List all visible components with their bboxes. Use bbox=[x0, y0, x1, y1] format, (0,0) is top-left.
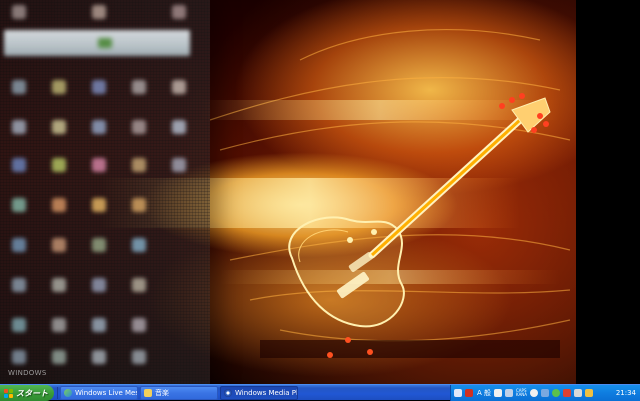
desktop-icon[interactable] bbox=[172, 80, 186, 94]
task-label: Windows Media Player bbox=[235, 389, 298, 397]
desktop-icon[interactable] bbox=[12, 198, 26, 212]
shield-icon[interactable] bbox=[465, 389, 473, 397]
folder-icon bbox=[144, 389, 152, 397]
media-player-icon bbox=[224, 389, 232, 397]
desktop-icon[interactable] bbox=[92, 120, 106, 134]
kana-label: KANA bbox=[516, 392, 528, 397]
messenger-icon bbox=[64, 389, 72, 397]
desktop-icon[interactable] bbox=[52, 80, 66, 94]
desktop-icon[interactable] bbox=[52, 350, 66, 364]
desktop-icon[interactable] bbox=[92, 80, 106, 94]
desktop-icon[interactable] bbox=[52, 278, 66, 292]
desktop-icon[interactable] bbox=[172, 120, 186, 134]
desktop-icon[interactable] bbox=[132, 350, 146, 364]
desktop-icon[interactable] bbox=[12, 318, 26, 332]
desktop-icon[interactable] bbox=[132, 318, 146, 332]
help-icon[interactable] bbox=[530, 389, 539, 397]
windows-logo-icon bbox=[4, 388, 13, 398]
desktop-icon[interactable] bbox=[92, 318, 106, 332]
system-tray: A 般 CAPS KANA 21:34 bbox=[450, 385, 640, 401]
desktop-icon[interactable] bbox=[52, 120, 66, 134]
messenger-tray-icon[interactable] bbox=[552, 389, 561, 397]
desktop-icon[interactable] bbox=[12, 238, 26, 252]
desktop-icon[interactable] bbox=[12, 120, 26, 134]
desktop-icon[interactable] bbox=[92, 350, 106, 364]
desktop-icon[interactable] bbox=[132, 278, 146, 292]
wallpaper-border bbox=[576, 0, 640, 384]
caps-kana-indicator: CAPS KANA bbox=[516, 389, 527, 397]
task-label: 音楽 bbox=[155, 389, 169, 397]
update-icon[interactable] bbox=[585, 389, 594, 397]
desktop-icon[interactable] bbox=[92, 198, 106, 212]
desktop-icon[interactable] bbox=[92, 238, 106, 252]
language-bar-icon[interactable] bbox=[454, 389, 462, 397]
desktop-icon[interactable] bbox=[92, 278, 106, 292]
desktop-icon[interactable] bbox=[12, 350, 26, 364]
volume-icon[interactable] bbox=[574, 389, 583, 397]
task-messenger[interactable]: Windows Live Messe... bbox=[60, 386, 138, 400]
ime-pad-icon[interactable] bbox=[494, 389, 503, 397]
start-label: スタート bbox=[16, 388, 48, 398]
task-media-player[interactable]: Windows Media Player bbox=[220, 386, 298, 400]
desktop-icon[interactable] bbox=[132, 198, 146, 212]
blurred-window bbox=[0, 0, 210, 384]
desktop-icon[interactable] bbox=[12, 80, 26, 94]
desktop-icon[interactable] bbox=[52, 318, 66, 332]
desktop-icon[interactable] bbox=[52, 238, 66, 252]
wallpaper-watermark: WINDOWS bbox=[8, 369, 47, 377]
desktop: WINDOWS bbox=[0, 0, 640, 384]
desktop-icon[interactable] bbox=[132, 158, 146, 172]
taskbar: スタート Windows Live Messe... 音楽 Windows Me… bbox=[0, 384, 640, 401]
desktop-icon[interactable] bbox=[92, 158, 106, 172]
security-icon[interactable] bbox=[563, 389, 572, 397]
network-icon[interactable] bbox=[541, 389, 550, 397]
desktop-icon[interactable] bbox=[132, 80, 146, 94]
task-music-folder[interactable]: 音楽 bbox=[140, 386, 218, 400]
desktop-icon[interactable] bbox=[52, 198, 66, 212]
desktop-icon[interactable] bbox=[12, 5, 26, 19]
ime-tool-icon[interactable] bbox=[505, 389, 514, 397]
ime-mode-indicator[interactable]: A 般 bbox=[477, 388, 491, 398]
desktop-icon[interactable] bbox=[12, 278, 26, 292]
desktop-icon[interactable] bbox=[132, 120, 146, 134]
start-button[interactable]: スタート bbox=[0, 385, 54, 401]
desktop-icon[interactable] bbox=[52, 158, 66, 172]
task-label: Windows Live Messe... bbox=[75, 389, 137, 397]
desktop-icon[interactable] bbox=[172, 5, 186, 19]
desktop-icon[interactable] bbox=[132, 238, 146, 252]
clock[interactable]: 21:34 bbox=[616, 389, 636, 397]
desktop-icon[interactable] bbox=[92, 5, 106, 19]
desktop-icon[interactable] bbox=[12, 158, 26, 172]
blurred-toolbar bbox=[4, 30, 190, 56]
desktop-icon[interactable] bbox=[172, 158, 186, 172]
